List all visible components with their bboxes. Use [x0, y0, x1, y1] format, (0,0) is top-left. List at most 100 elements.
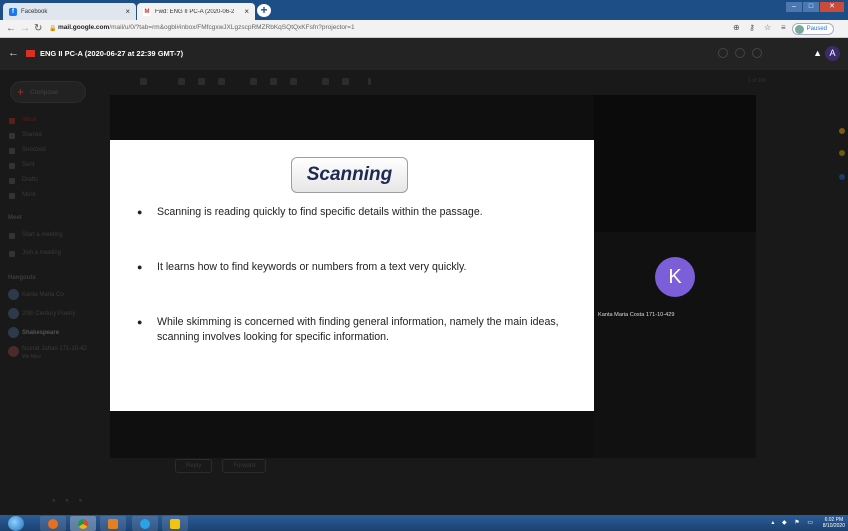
profile-button[interactable]: Paused	[791, 23, 834, 35]
hangout-subtext: We Miss	[22, 354, 42, 360]
bullet-icon: ●	[137, 317, 143, 327]
participant-avatar: K	[655, 257, 695, 297]
snooze-icon[interactable]	[270, 78, 277, 85]
firefox-icon	[48, 518, 58, 529]
sidebar-item-drafts[interactable]: Drafts	[22, 177, 38, 183]
sidebar-item-starred[interactable]: Starred	[22, 132, 42, 138]
keep-icon[interactable]	[839, 150, 845, 156]
chevron-down-icon	[9, 193, 15, 199]
taskbar-ie[interactable]	[132, 516, 158, 531]
hangout-item[interactable]: Nusrat Jahan 171-10-42	[22, 346, 87, 352]
avatar	[794, 24, 804, 34]
forward-button[interactable]: Forward	[222, 459, 267, 473]
settings-icon[interactable]	[735, 48, 745, 58]
move-to-icon[interactable]	[322, 78, 329, 85]
slide-title: Scanning	[306, 164, 393, 185]
url-field[interactable]: mail.google.com/mail/u/0/?tab=rm&ogbl#in…	[58, 24, 355, 31]
maximize-button[interactable]: □	[803, 2, 819, 12]
url-host: mail.google.com	[58, 24, 110, 31]
taskbar-explorer[interactable]	[162, 516, 188, 531]
key-icon[interactable]: ⚷	[749, 23, 755, 32]
close-tab-icon[interactable]: ×	[244, 7, 249, 16]
minimize-button[interactable]: –	[786, 2, 802, 12]
label-icon[interactable]	[342, 78, 349, 85]
start-meeting-link[interactable]: Start a meeting	[22, 232, 63, 238]
new-tab-button[interactable]: +	[257, 4, 271, 17]
gmail-header: ← ENG II PC-A (2020-06-27 at 22:39 GMT-7…	[0, 38, 848, 70]
taskbar-clock[interactable]: 6:02 PM 8/10/2020	[823, 517, 845, 529]
report-spam-icon[interactable]	[198, 78, 205, 85]
drive-icon[interactable]: ▲	[813, 48, 822, 58]
bullet-icon: ●	[137, 262, 143, 272]
back-icon[interactable]: ←	[6, 23, 16, 34]
hangout-item[interactable]: Kanta Maria Co	[22, 292, 64, 298]
star-icon	[9, 133, 15, 139]
tab-label: Fwd: ENG II PC-A (2020-06-2	[155, 8, 235, 15]
close-window-button[interactable]: ✕	[820, 2, 844, 12]
avatar	[8, 327, 19, 338]
start-button[interactable]	[8, 516, 24, 531]
hangouts-footer-icons[interactable]: ● ● ●	[52, 498, 86, 504]
gmail-sidebar: + Compose Inbox Starred Snoozed Sent Dra…	[0, 70, 108, 515]
pager-text: 1 of 100	[748, 78, 767, 84]
profile-status: Paused	[806, 26, 827, 32]
apps-icon[interactable]	[752, 48, 762, 58]
url-path: /mail/u/0/?tab=rm&ogbl#inbox/FMfcgxwJXLg…	[109, 24, 355, 31]
avatar	[8, 346, 19, 357]
add-task-icon[interactable]	[290, 78, 297, 85]
hangout-item[interactable]: Shakespeare	[22, 330, 59, 336]
tab-gmail[interactable]: M Fwd: ENG II PC-A (2020-06-2 ×	[137, 3, 255, 20]
archive-icon[interactable]	[178, 78, 185, 85]
bullet-icon: ●	[137, 207, 143, 217]
window-controls: – □ ✕	[786, 2, 844, 12]
email-toolbar	[140, 78, 760, 90]
tab-facebook[interactable]: f Facebook ×	[3, 3, 136, 20]
avatar	[8, 289, 19, 300]
back-icon[interactable]	[140, 78, 147, 85]
location-icon[interactable]: ⊕	[733, 23, 740, 32]
mark-unread-icon[interactable]	[250, 78, 257, 85]
mail-logo-icon	[26, 50, 35, 57]
hangout-item[interactable]: 20th Century Poetry	[22, 311, 75, 317]
slide-bullet: ● While skimming is concerned with findi…	[137, 315, 567, 345]
taskbar-firefox[interactable]	[40, 516, 66, 531]
side-panel-rail	[836, 78, 848, 518]
close-tab-icon[interactable]: ×	[125, 7, 130, 16]
compose-button[interactable]: + Compose	[10, 81, 86, 103]
sidebar-item-snoozed[interactable]: Snoozed	[22, 147, 46, 153]
taskbar-media[interactable]	[100, 516, 126, 531]
participant-tile[interactable]: K Kanta Maria Costa 171-10-429	[594, 232, 756, 458]
participant-name: Kanta Maria Costa 171-10-429	[598, 312, 675, 318]
calendar-icon[interactable]	[839, 128, 845, 134]
internet-explorer-icon	[140, 518, 150, 529]
facebook-icon: f	[9, 7, 17, 16]
help-icon[interactable]	[718, 48, 728, 58]
star-icon[interactable]: ☆	[764, 23, 771, 32]
windows-taskbar: ▴ ◆ ⚑ ▭ 6:02 PM 8/10/2020	[0, 515, 848, 531]
reading-list-icon[interactable]: ≡	[781, 23, 786, 32]
slide-title-box: Scanning	[291, 157, 408, 193]
hangouts-header: Hangouts	[8, 275, 36, 281]
sidebar-item-sent[interactable]: Sent	[22, 162, 34, 168]
delete-icon[interactable]	[218, 78, 225, 85]
sidebar-item-more[interactable]: More	[22, 192, 36, 198]
reply-button[interactable]: Reply	[175, 459, 213, 473]
sidebar-item-inbox[interactable]: Inbox	[22, 117, 37, 123]
draft-icon	[9, 178, 15, 184]
more-icon[interactable]	[368, 78, 371, 85]
presentation-slide: Scanning ● Scanning is reading quickly t…	[110, 140, 594, 411]
compose-label: Compose	[30, 88, 58, 96]
back-arrow-icon[interactable]: ←	[8, 47, 19, 59]
taskbar-chrome[interactable]	[70, 516, 96, 531]
user-avatar[interactable]: A	[825, 46, 840, 61]
gmail-icon: M	[143, 7, 151, 16]
system-tray[interactable]: ▴ ◆ ⚑ ▭	[771, 519, 816, 526]
slide-bullet: ● Scanning is reading quickly to find sp…	[137, 205, 567, 220]
inbox-icon	[9, 118, 15, 124]
tasks-icon[interactable]	[839, 174, 845, 180]
reload-icon[interactable]: ↻	[34, 23, 42, 34]
join-meeting-link[interactable]: Join a meeting	[22, 250, 61, 256]
forward-icon[interactable]: →	[20, 23, 30, 34]
media-player-icon	[108, 518, 118, 529]
plus-icon: +	[17, 85, 25, 99]
